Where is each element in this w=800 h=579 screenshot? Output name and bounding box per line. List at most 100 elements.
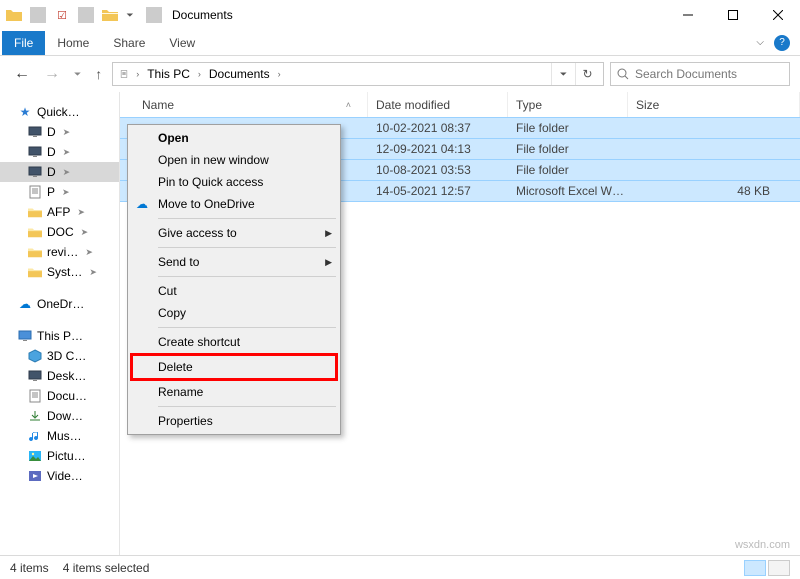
menu-item-open-in-new-window[interactable]: Open in new window	[130, 149, 338, 171]
crumb-documents[interactable]: Documents	[206, 67, 273, 81]
selection-count: 4 items selected	[63, 561, 150, 575]
overflow-icon[interactable]: ⏷	[122, 7, 138, 23]
tab-share[interactable]: Share	[101, 31, 157, 55]
menu-label: Move to OneDrive	[158, 197, 255, 211]
folder-properties-icon[interactable]	[6, 7, 22, 23]
sidebar-item[interactable]: Dow…	[0, 406, 119, 426]
context-menu: OpenOpen in new window Pin to Quick acces…	[127, 124, 341, 435]
chevron-right-icon[interactable]: ›	[275, 69, 284, 79]
pin-icon: ➤	[85, 247, 93, 258]
sidebar-item[interactable]: D➤	[0, 162, 119, 182]
title-bar: ☑ ⏷ Documents	[0, 0, 800, 30]
sidebar-item[interactable]: Desk…	[0, 366, 119, 386]
crumb-this-pc[interactable]: This PC	[144, 67, 193, 81]
cube-icon	[28, 349, 42, 363]
folder-icon	[28, 245, 42, 259]
tab-view[interactable]: View	[157, 31, 207, 55]
menu-item-move-to-onedrive[interactable]: ☁Move to OneDrive	[130, 193, 338, 215]
search-input[interactable]: Search Documents	[610, 62, 790, 86]
sidebar-item[interactable]: Pictu…	[0, 446, 119, 466]
sidebar-item[interactable]: P➤	[0, 182, 119, 202]
forward-button[interactable]: →	[44, 65, 60, 83]
onedrive[interactable]: ☁ OneDr…	[0, 294, 119, 314]
status-bar: 4 items 4 items selected	[0, 555, 800, 579]
menu-item-rename[interactable]: Rename	[130, 381, 338, 403]
search-icon	[617, 68, 629, 80]
file-type: File folder	[508, 121, 628, 135]
separator	[146, 7, 162, 23]
pin-icon: ➤	[81, 227, 89, 238]
sidebar-item[interactable]: Docu…	[0, 386, 119, 406]
expand-ribbon-icon[interactable]: ⌵	[756, 37, 764, 48]
header-type[interactable]: Type	[508, 92, 628, 117]
menu-item-send-to[interactable]: Send to▶	[130, 251, 338, 273]
doc-icon	[117, 67, 131, 81]
menu-item-copy[interactable]: Copy	[130, 302, 338, 324]
chevron-right-icon[interactable]: ›	[195, 69, 204, 79]
menu-label: Pin to Quick access	[158, 175, 263, 189]
sidebar-item[interactable]: AFP➤	[0, 202, 119, 222]
quick-access[interactable]: ★ Quick…	[0, 102, 119, 122]
header-name[interactable]: Name˄	[120, 92, 368, 117]
music-icon	[28, 429, 42, 443]
menu-item-delete[interactable]: Delete	[133, 356, 335, 378]
sidebar-item[interactable]: D➤	[0, 142, 119, 162]
menu-item-give-access-to[interactable]: Give access to ▶	[130, 222, 338, 244]
minimize-button[interactable]	[665, 0, 710, 30]
up-button[interactable]: ↑	[95, 66, 102, 82]
menu-label: Copy	[158, 306, 186, 320]
maximize-button[interactable]	[710, 0, 755, 30]
back-button[interactable]: ←	[14, 65, 30, 83]
file-type: File folder	[508, 163, 628, 177]
help-icon[interactable]: ?	[774, 35, 790, 51]
menu-separator	[158, 218, 336, 219]
monitor-icon	[28, 369, 42, 383]
file-date: 10-02-2021 08:37	[368, 121, 508, 135]
folder-icon	[102, 7, 118, 23]
history-chevron-icon[interactable]: ⏷	[551, 63, 575, 85]
menu-label: Give access to	[158, 226, 237, 240]
sidebar-item[interactable]: revi…➤	[0, 242, 119, 262]
menu-item-properties[interactable]: Properties	[130, 410, 338, 432]
menu-separator	[158, 406, 336, 407]
picture-icon	[28, 449, 42, 463]
cloud-icon: ☁	[18, 297, 32, 311]
item-count: 4 items	[10, 561, 49, 575]
view-details-button[interactable]	[744, 560, 766, 576]
view-large-button[interactable]	[768, 560, 790, 576]
address-box[interactable]: › This PC › Documents › ⏷ ↻	[112, 62, 604, 86]
sidebar-item[interactable]: Vide…	[0, 466, 119, 486]
refresh-icon[interactable]: ↻	[575, 63, 599, 85]
this-pc[interactable]: This P…	[0, 326, 119, 346]
pin-icon: ➤	[63, 127, 71, 138]
sidebar-item[interactable]: D➤	[0, 122, 119, 142]
window-title: Documents	[172, 8, 233, 22]
monitor-icon	[28, 125, 42, 139]
pin-icon: ➤	[77, 207, 85, 218]
folder-icon	[28, 225, 42, 239]
sidebar-item[interactable]: DOC➤	[0, 222, 119, 242]
menu-item-create-shortcut[interactable]: Create shortcut	[130, 331, 338, 353]
tab-home[interactable]: Home	[45, 31, 101, 55]
file-tab[interactable]: File	[2, 31, 45, 55]
sidebar-item[interactable]: Syst…➤	[0, 262, 119, 282]
menu-separator	[158, 247, 336, 248]
close-button[interactable]	[755, 0, 800, 30]
submenu-arrow-icon: ▶	[325, 228, 332, 239]
header-size[interactable]: Size	[628, 92, 800, 117]
menu-label: Create shortcut	[158, 335, 240, 349]
chevron-right-icon[interactable]: ›	[133, 69, 142, 79]
sidebar-item[interactable]: Mus…	[0, 426, 119, 446]
folder-icon	[28, 265, 42, 279]
file-date: 12-09-2021 04:13	[368, 142, 508, 156]
menu-item-cut[interactable]: Cut	[130, 280, 338, 302]
file-size: 48 KB	[628, 184, 800, 198]
history-dropdown-icon[interactable]: ⏷	[74, 69, 81, 80]
breadcrumb: › This PC › Documents ›	[117, 67, 551, 81]
watermark: wsxdn.com	[735, 539, 790, 551]
checkbox-icon[interactable]: ☑	[54, 7, 70, 23]
sidebar-item[interactable]: 3D C…	[0, 346, 119, 366]
menu-item-open[interactable]: Open	[130, 127, 338, 149]
header-date[interactable]: Date modified	[368, 92, 508, 117]
menu-item-pin-to-quick-access[interactable]: Pin to Quick access	[130, 171, 338, 193]
